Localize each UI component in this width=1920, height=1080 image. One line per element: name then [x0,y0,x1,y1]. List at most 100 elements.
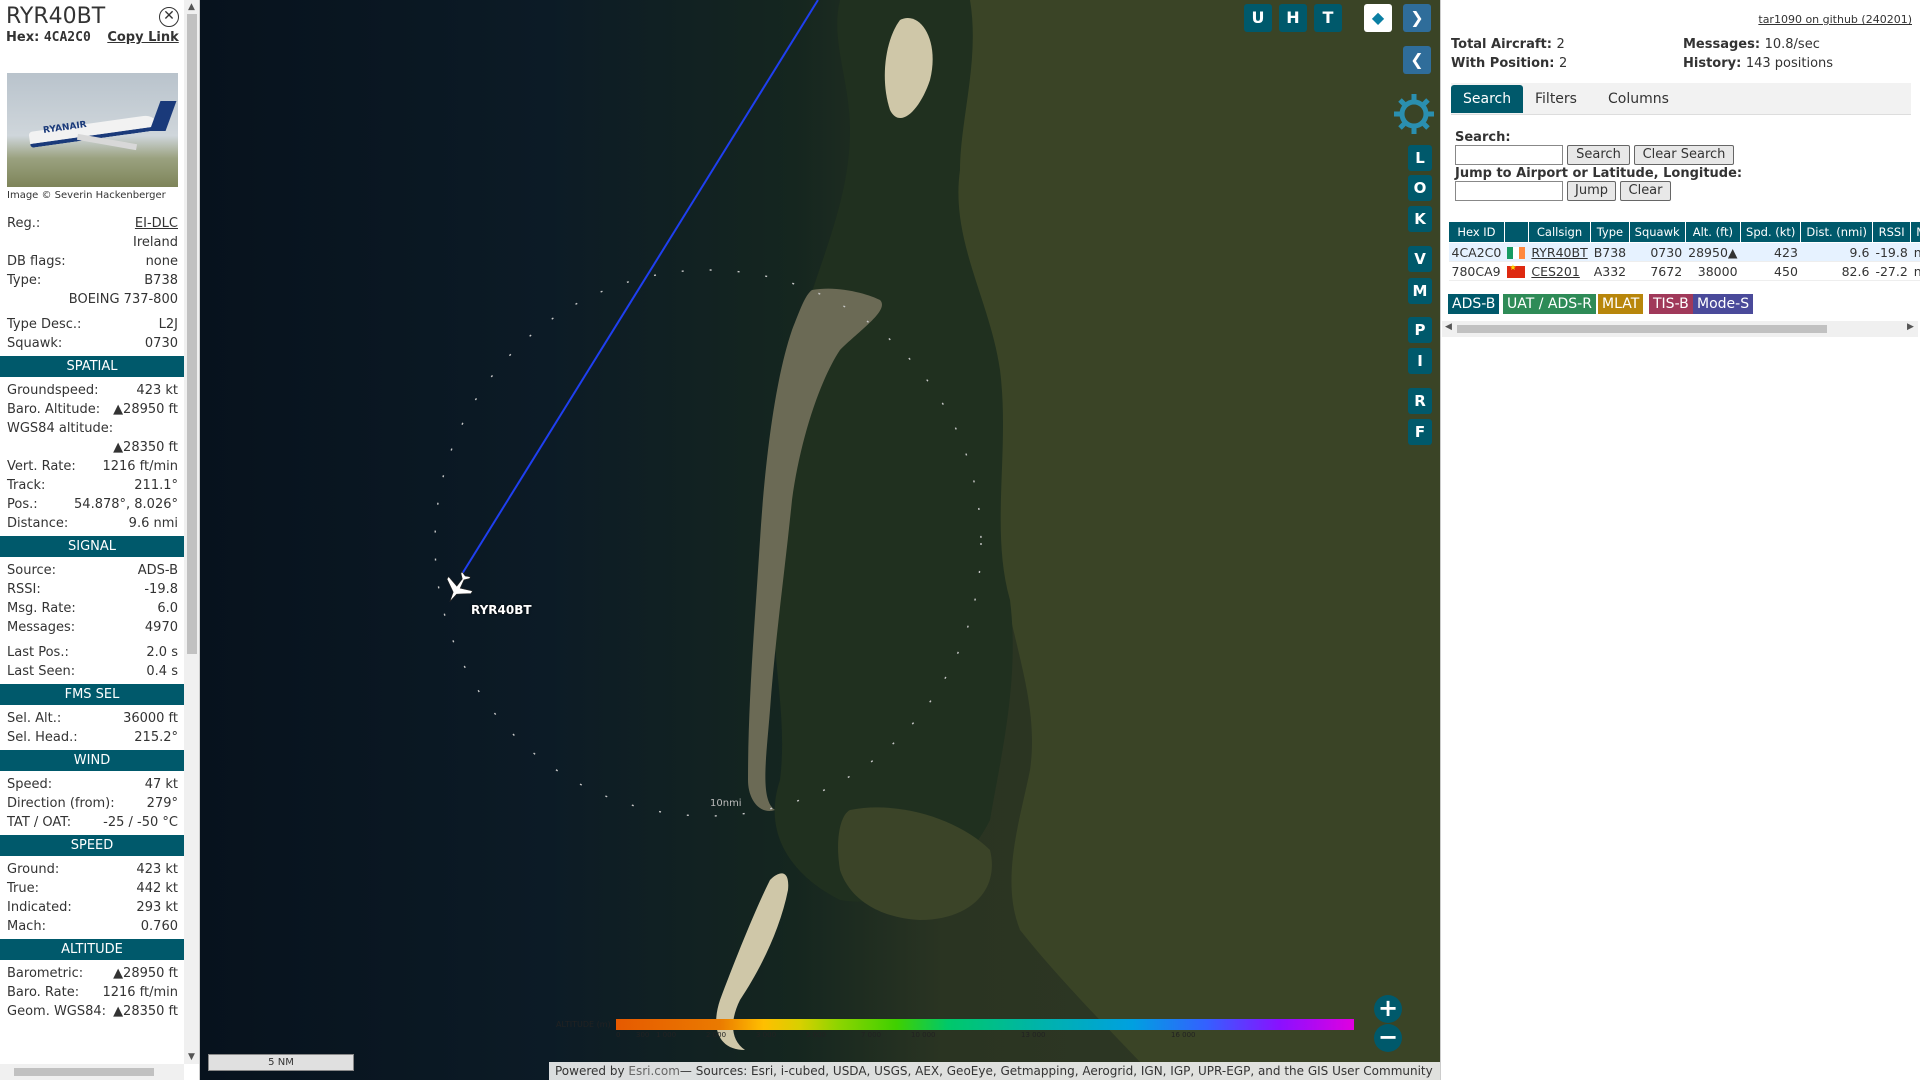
toggle-h-button[interactable]: H [1279,4,1307,32]
close-icon[interactable]: ✕ [159,7,179,27]
clear-search-button[interactable]: Clear Search [1634,145,1734,165]
tab-search[interactable]: Search [1451,85,1524,113]
tab-filters[interactable]: Filters [1523,85,1589,113]
column-header[interactable]: Spd. (kt) [1740,221,1802,243]
search-button[interactable]: Search [1567,145,1630,165]
toggle-o-button[interactable]: O [1408,175,1432,201]
cell-flag [1504,242,1529,262]
copy-link[interactable]: Copy Link [107,30,178,45]
table-horizontal-scrollbar[interactable]: ◀ ▶ [1442,321,1918,337]
info-rows: Reg.: EI-DLC Ireland DB flags: none Type: B… [0,214,184,1021]
tab-columns[interactable]: Columns [1596,85,1681,113]
indicated-speed-row: Indicated: 293 kt [0,898,184,917]
squawk-value: 0730 [144,336,178,351]
scale-bar: 5 NM [208,1054,354,1071]
column-header[interactable] [1503,221,1529,243]
alt-tick: 0 [616,1031,621,1039]
zoom-in-button[interactable]: + [1374,995,1402,1023]
column-header[interactable]: Alt. (ft) [1684,221,1742,243]
reg-link[interactable]: EI-DLC [135,214,178,233]
rssi-row: RSSI: -19.8 [0,580,184,599]
attribution-prefix: Powered by [555,1064,629,1078]
column-header[interactable]: Callsign [1527,221,1592,243]
wind-speed-value: 47 kt [144,777,178,792]
column-header[interactable]: Hex ID [1448,221,1505,243]
jump-input[interactable] [1455,181,1563,201]
aircraft-table: Hex ID Callsign Type Squawk Alt. (ft) Sp… [1448,221,1920,281]
toggle-u-button[interactable]: U [1244,4,1272,32]
type-row: Type: B738 [0,271,184,290]
column-header[interactable]: Squawk [1628,221,1686,243]
column-header[interactable]: Dist. (nmi) [1800,221,1873,243]
last-pos-row: Last Pos.: 2.0 s [0,643,184,662]
map-view[interactable]: RYR40BT 10nmi U H T ◆ ❯ ◀▶ ❮ L O K V M P… [200,0,1440,1080]
cell-alt: 38000 [1685,261,1741,281]
tat-oat-row: TAT / OAT: -25 / -50 °C [0,813,184,832]
scroll-left-icon[interactable]: ◀ [1445,322,1452,332]
toggle-m-button[interactable]: M [1408,278,1432,304]
toggle-f-button[interactable]: F [1408,419,1432,445]
esri-link[interactable]: Esri.com [628,1064,680,1078]
cell-squawk: 0730 [1629,242,1686,262]
attribution-sources: — Sources: Esri, i-cubed, USDA, USGS, AE… [679,1064,1433,1078]
tat-oat-label: TAT / OAT: [7,815,72,830]
layers-icon[interactable]: ◆ [1364,4,1392,32]
scroll-thumb[interactable] [187,14,197,654]
github-link[interactable]: tar1090 on github (240201) [1758,13,1912,26]
type-label: Type: [7,273,42,288]
distance-row: Distance: 9.6 nmi [0,514,184,533]
rssi-value: -19.8 [144,582,178,597]
baro-alt-row: Baro. Altitude: ▲28950 ft [0,400,184,419]
scroll-thumb[interactable] [14,1068,154,1076]
scroll-right-icon[interactable]: ▶ [1907,322,1914,332]
source-value: ADS-B [137,563,178,578]
legend-mlat[interactable]: MLAT [1598,294,1644,314]
column-header[interactable]: Type [1590,221,1630,243]
column-header[interactable]: RSSI [1871,221,1912,243]
toggle-p-button[interactable]: P [1408,317,1432,343]
dbflags-row: DB flags: none [0,252,184,271]
alt-tick: 13 000 [1021,1031,1046,1039]
chevron-left-icon[interactable]: ❮ [1403,46,1431,74]
toggle-t-button[interactable]: T [1314,4,1342,32]
indicated-speed-label: Indicated: [7,900,72,915]
sel-head-label: Sel. Head.: [7,730,78,745]
jump-button[interactable]: Jump [1567,181,1616,201]
cell-callsign[interactable]: RYR40BT [1528,242,1591,262]
sidebar-vertical-scrollbar[interactable]: ▲ ▼ [184,0,199,1064]
legend-uat-adsr[interactable]: UAT / ADS-R [1503,294,1596,314]
cell-mil: no [1910,261,1920,281]
rssi-label: RSSI: [7,582,41,597]
aircraft-map-label[interactable]: RYR40BT [471,603,532,617]
map-attribution: Powered by Esri.com— Sources: Esri, i-cu… [549,1062,1440,1080]
table-row[interactable]: 4CA2C0 RYR40BT B738 0730 28950▲ 423 9.6 … [1448,242,1920,262]
last-seen-value: 0.4 s [146,664,178,679]
aircraft-photo[interactable]: RYANAIR [7,73,178,187]
cell-callsign[interactable]: CES201 [1528,261,1591,281]
sidebar-horizontal-scrollbar[interactable] [0,1064,184,1080]
zoom-out-button[interactable]: − [1374,1024,1402,1052]
scroll-down-icon[interactable]: ▼ [188,1052,195,1062]
toggle-k-button[interactable]: K [1408,206,1432,232]
toggle-v-button[interactable]: V [1408,246,1432,272]
chevron-right-icon[interactable]: ❯ [1403,4,1431,32]
toggle-r-button[interactable]: R [1408,388,1432,414]
country-value: Ireland [133,235,178,250]
gear-icon[interactable] [1392,92,1436,136]
scroll-thumb[interactable] [1457,325,1827,333]
msg-rate-row: Msg. Rate: 6.0 [0,599,184,618]
alt-tick: 5 000 [806,1031,827,1039]
toggle-l-button[interactable]: L [1408,145,1432,171]
table-row[interactable]: 780CA9 CES201 A332 7672 38000 450 82.6 -… [1448,261,1920,281]
toggle-i-button[interactable]: I [1408,348,1432,374]
hex-value: 4CA2C0 [43,30,91,45]
clear-button[interactable]: Clear [1620,181,1671,201]
legend-tisb[interactable]: TIS-B [1649,294,1693,314]
history-stat: History: 143 positions [1683,56,1833,71]
legend-modes[interactable]: Mode-S [1693,294,1754,314]
legend-adsb[interactable]: ADS-B [1448,294,1500,314]
search-input[interactable] [1455,145,1563,165]
panel-tabs: Search Filters Columns [1451,83,1911,115]
scroll-up-icon[interactable]: ▲ [188,2,195,12]
column-header[interactable]: Mil. [1910,221,1920,243]
